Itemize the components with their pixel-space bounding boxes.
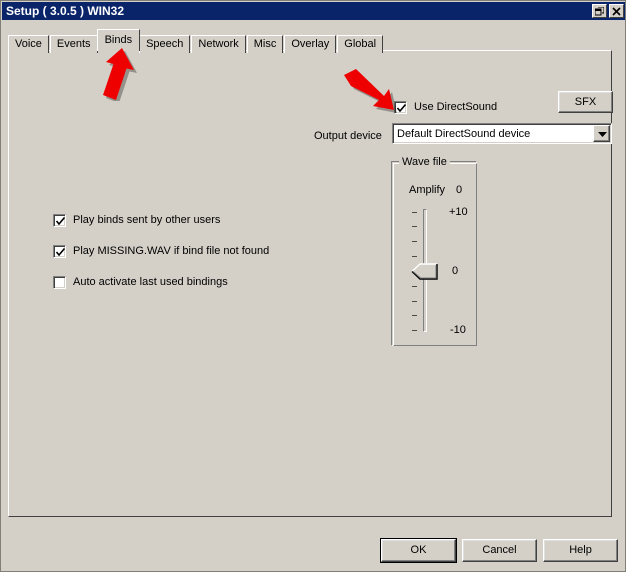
slider-scale-middle: 0 [452, 265, 459, 277]
slider-tick [412, 256, 417, 257]
title-bar[interactable]: Setup ( 3.0.5 ) WIN32 [2, 2, 625, 20]
output-device-value: Default DirectSound device [397, 127, 531, 140]
tab-overlay[interactable]: Overlay [284, 35, 337, 53]
checkbox-use-directsound[interactable]: Use DirectSound [394, 101, 497, 114]
checkbox-auto-activate-box[interactable] [53, 276, 66, 289]
close-window-button[interactable] [609, 4, 624, 18]
slider-tick [412, 315, 417, 316]
setup-dialog-window: Setup ( 3.0.5 ) WIN32 Use DirectSound SF… [0, 0, 626, 572]
tab-strip: Voice Events Binds Speech Network Misc O… [8, 29, 384, 53]
amplify-slider-thumb[interactable] [411, 263, 439, 284]
checkbox-play-missing-wav-label: Play MISSING.WAV if bind file not found [73, 245, 270, 257]
checkbox-use-directsound-box[interactable] [394, 101, 407, 114]
checkbox-play-missing-wav-box[interactable] [53, 245, 66, 258]
output-device-combobox[interactable]: Default DirectSound device [392, 123, 612, 144]
wave-file-groupbox: Wave file Amplify 0 +10 0 -10 [391, 156, 478, 347]
slider-tick [412, 286, 417, 287]
output-device-label: Output device [314, 130, 382, 142]
help-button[interactable]: Help [543, 539, 618, 562]
checkbox-play-binds-sent-box[interactable] [53, 214, 66, 227]
slider-scale-top: +10 [449, 206, 468, 218]
checkbox-use-directsound-label: Use DirectSound [414, 101, 498, 113]
restore-window-button[interactable] [592, 4, 607, 18]
ok-button[interactable]: OK [381, 539, 456, 562]
checkbox-play-binds-sent-label: Play binds sent by other users [73, 214, 221, 226]
amplify-slider[interactable]: +10 0 -10 [392, 162, 478, 347]
title-bar-buttons [592, 4, 624, 18]
sfx-button[interactable]: SFX [558, 91, 613, 113]
tab-global[interactable]: Global [337, 35, 384, 53]
output-device-dropdown-button[interactable] [593, 125, 610, 142]
tab-events[interactable]: Events [49, 35, 98, 53]
tab-network[interactable]: Network [191, 35, 246, 53]
slider-tick [412, 301, 417, 302]
slider-scale-bottom: -10 [450, 324, 466, 336]
checkbox-auto-activate-label: Auto activate last used bindings [73, 276, 228, 288]
window-title: Setup ( 3.0.5 ) WIN32 [6, 4, 125, 18]
wave-file-groupbox-title: Wave file [399, 156, 450, 168]
tab-voice[interactable]: Voice [8, 35, 49, 53]
checkbox-auto-activate-last-used-bindings[interactable]: Auto activate last used bindings [53, 276, 228, 289]
cancel-button[interactable]: Cancel [462, 539, 537, 562]
tab-misc[interactable]: Misc [246, 35, 284, 53]
tab-page-binds: Use DirectSound SFX Output device Defaul… [8, 50, 613, 517]
tab-binds[interactable]: Binds [96, 29, 141, 51]
checkbox-play-binds-sent-by-other-users[interactable]: Play binds sent by other users [53, 214, 220, 227]
tab-speech[interactable]: Speech [139, 35, 191, 53]
checkbox-play-missing-wav[interactable]: Play MISSING.WAV if bind file not found [53, 245, 269, 258]
slider-tick [412, 226, 417, 227]
slider-tick [412, 330, 417, 331]
slider-tick [412, 212, 417, 213]
slider-tick [412, 241, 417, 242]
